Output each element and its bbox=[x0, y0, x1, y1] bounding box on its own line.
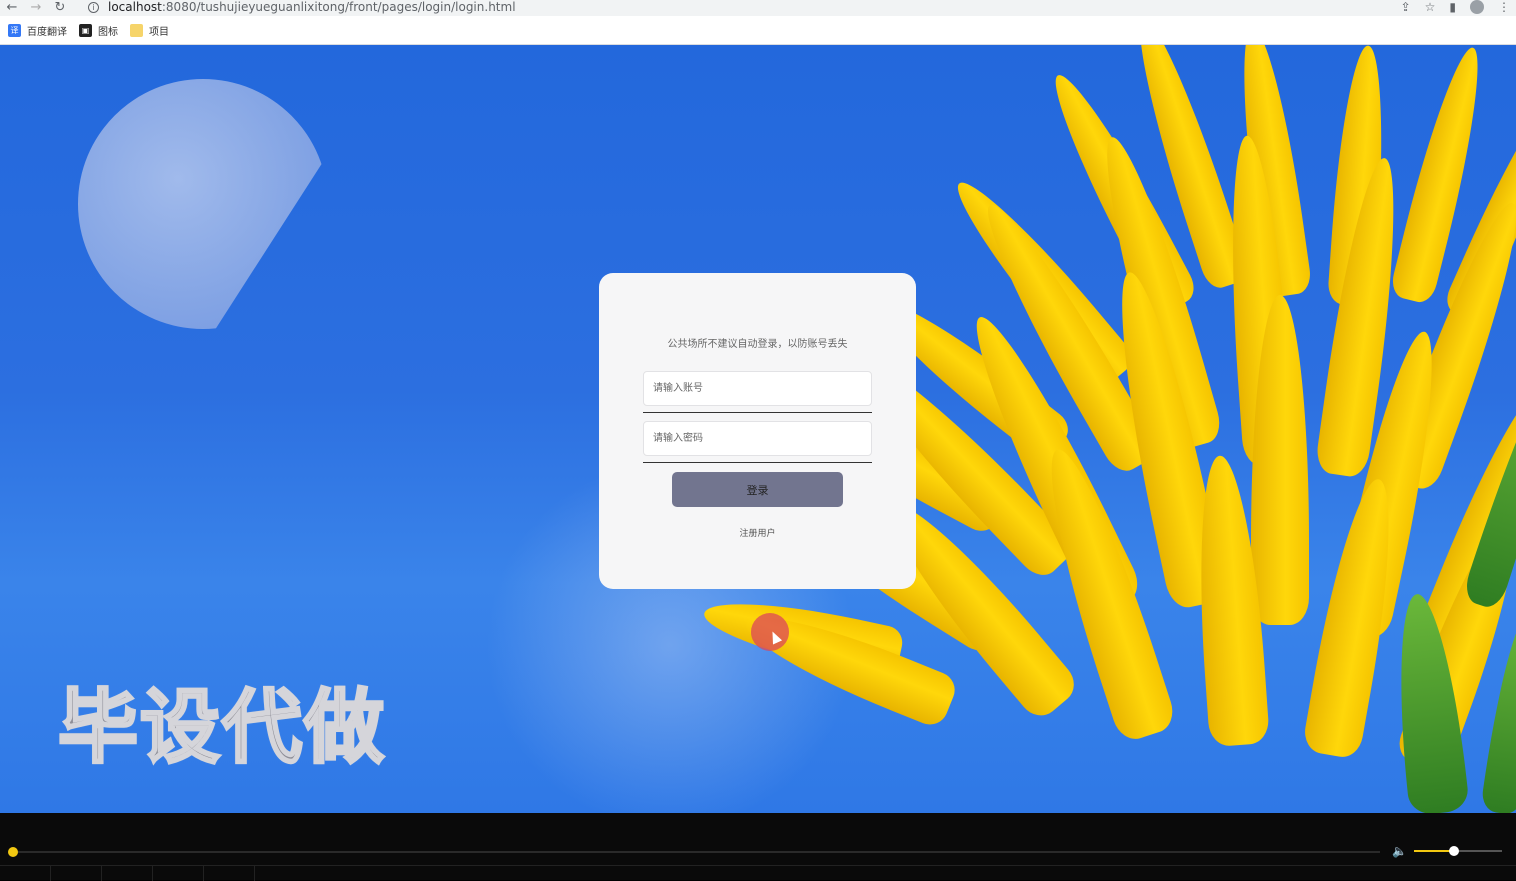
bookmark-label: 项目 bbox=[149, 26, 169, 38]
folder-icon bbox=[130, 23, 143, 37]
forward-icon[interactable]: → bbox=[24, 0, 48, 16]
segment bbox=[204, 866, 255, 881]
browser-actions: ⇪ ☆ ▮ ⋮ bbox=[1401, 0, 1510, 14]
image-icon: ▣ bbox=[79, 23, 92, 37]
star-icon[interactable]: ☆ bbox=[1425, 0, 1436, 14]
progress-handle[interactable] bbox=[8, 847, 18, 857]
bookmark-projects[interactable]: 项目 bbox=[130, 23, 169, 38]
back-icon[interactable]: ← bbox=[0, 0, 24, 16]
segment bbox=[51, 866, 102, 881]
side-panel-icon[interactable]: ▮ bbox=[1449, 0, 1456, 14]
volume-knob[interactable] bbox=[1448, 846, 1459, 856]
password-field-wrap bbox=[643, 421, 872, 463]
share-icon[interactable]: ⇪ bbox=[1401, 0, 1411, 14]
url-field[interactable]: i localhost:8080/tushujieyueguanlixitong… bbox=[88, 0, 516, 14]
watermark-text: 毕设代做 bbox=[57, 680, 386, 776]
password-input[interactable] bbox=[643, 421, 872, 456]
bookmark-baidu-translate[interactable]: 译 百度翻译 bbox=[8, 23, 67, 38]
login-card: 公共场所不建议自动登录，以防账号丢失 登录 注册用户 bbox=[599, 273, 916, 589]
progress-track[interactable] bbox=[12, 851, 1380, 853]
volume-fill bbox=[1414, 850, 1454, 852]
video-player-bar: 🔈 bbox=[0, 813, 1516, 881]
moon-image bbox=[78, 79, 328, 329]
segment bbox=[0, 866, 51, 881]
register-link[interactable]: 注册用户 bbox=[599, 526, 916, 539]
browser-address-bar: ← → ↻ i localhost:8080/tushujieyueguanli… bbox=[0, 0, 1516, 16]
reload-icon[interactable]: ↻ bbox=[48, 0, 72, 16]
volume-icon[interactable]: 🔈 bbox=[1392, 844, 1408, 858]
username-input[interactable] bbox=[643, 371, 872, 406]
site-info-icon[interactable]: i bbox=[88, 1, 99, 13]
url-host: localhost bbox=[108, 0, 162, 14]
bookmarks-bar: 译 百度翻译 ▣ 图标 项目 bbox=[0, 16, 1516, 45]
page-background: 毕设代做 公共场所不建议自动登录，以防账号丢失 登录 注册用户 bbox=[0, 45, 1516, 813]
username-field-wrap bbox=[643, 371, 872, 413]
url-path: :8080/tushujieyueguanlixitong/front/page… bbox=[161, 0, 516, 14]
bookmark-icons[interactable]: ▣ 图标 bbox=[79, 23, 118, 38]
baidu-translate-icon: 译 bbox=[8, 23, 21, 37]
volume-slider[interactable] bbox=[1414, 846, 1502, 856]
more-menu-icon[interactable]: ⋮ bbox=[1498, 0, 1510, 14]
login-button[interactable]: 登录 bbox=[672, 472, 843, 507]
login-notice: 公共场所不建议自动登录，以防账号丢失 bbox=[667, 339, 848, 350]
player-segments bbox=[0, 865, 1516, 881]
segment bbox=[153, 866, 204, 881]
bookmark-label: 百度翻译 bbox=[27, 26, 67, 38]
profile-avatar[interactable] bbox=[1470, 0, 1484, 14]
bookmark-label: 图标 bbox=[98, 26, 118, 38]
segment bbox=[102, 866, 153, 881]
